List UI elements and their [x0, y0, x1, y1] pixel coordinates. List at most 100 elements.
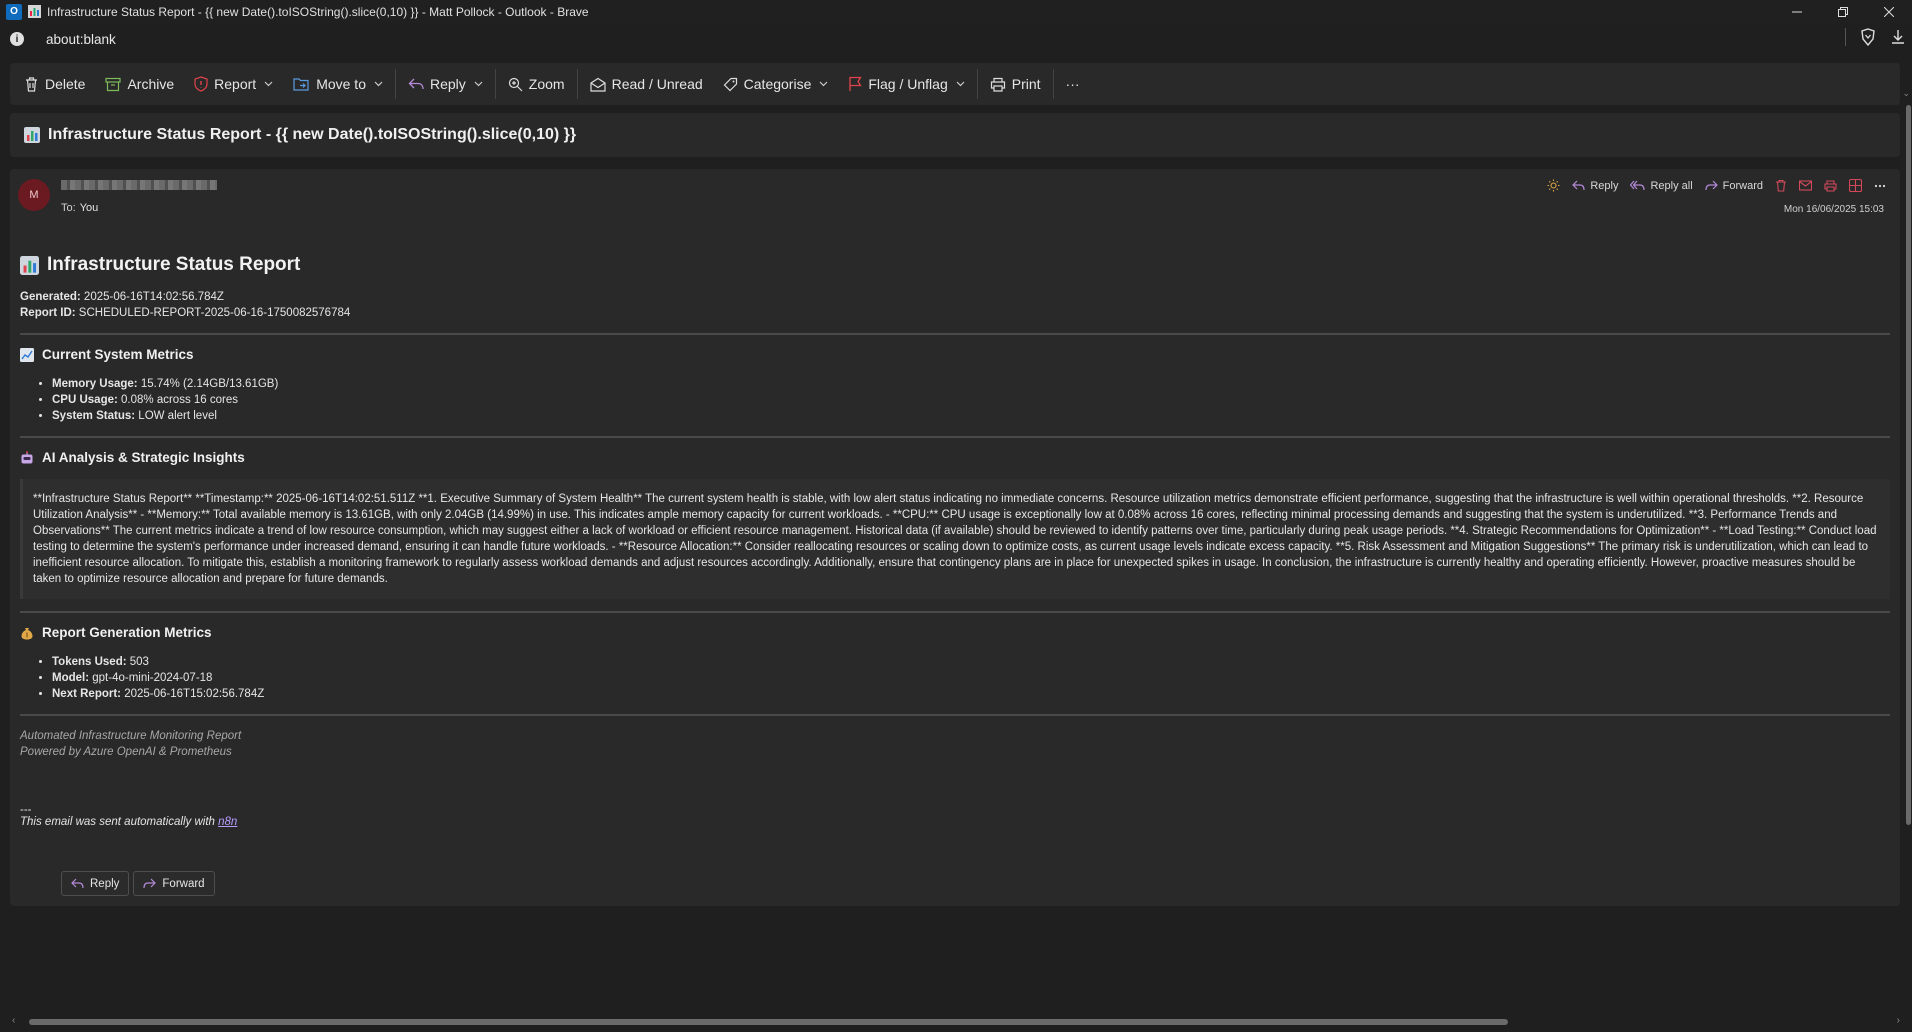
message-reply-button[interactable]: Reply	[1572, 180, 1618, 192]
brightness-icon[interactable]	[1547, 179, 1560, 192]
to-label: To:	[61, 202, 76, 214]
download-icon[interactable]	[1890, 29, 1906, 45]
subject-bar: Infrastructure Status Report - {{ new Da…	[10, 113, 1900, 157]
archive-button[interactable]: Archive	[95, 68, 184, 100]
move-to-label: Move to	[316, 76, 366, 92]
line-chart-icon	[20, 347, 34, 362]
minimize-icon[interactable]	[1774, 0, 1820, 23]
ai-heading: AI Analysis & Strategic Insights	[20, 450, 1890, 465]
ai-heading-text: AI Analysis & Strategic Insights	[42, 450, 245, 465]
close-icon[interactable]	[1866, 0, 1912, 23]
message-reply-all-label: Reply all	[1650, 179, 1693, 192]
chevron-down-icon	[819, 81, 828, 87]
list-item: Next Report: 2025-06-16T15:02:56.784Z	[52, 686, 1890, 702]
chevron-down-icon	[374, 81, 383, 87]
envelope-open-icon	[589, 77, 606, 92]
print-button[interactable]: Print	[980, 68, 1051, 100]
message-body: Infrastructure Status Report Generated: …	[20, 254, 1890, 828]
metric-label: Tokens Used:	[52, 656, 127, 668]
printer-icon	[990, 77, 1006, 92]
section-divider	[20, 333, 1890, 335]
bar-chart-icon	[24, 127, 40, 143]
bar-chart-icon	[28, 5, 41, 18]
trash-icon	[24, 76, 39, 92]
message-actions: Reply Reply all Forward	[1547, 179, 1886, 192]
printer-icon[interactable]	[1824, 179, 1837, 192]
chevron-down-icon	[474, 81, 483, 87]
bottom-forward-button[interactable]: Forward	[133, 871, 215, 896]
avatar[interactable]: M	[18, 179, 50, 211]
brave-shield-icon[interactable]	[1860, 28, 1876, 46]
window-titlebar: O Infrastructure Status Report - {{ new …	[0, 0, 1912, 23]
sender-name-redacted[interactable]	[61, 180, 217, 190]
message-reply-all-button[interactable]: Reply all	[1630, 179, 1693, 192]
signature-text: This email was sent automatically with	[20, 816, 215, 828]
envelope-icon[interactable]	[1799, 180, 1812, 191]
bottom-forward-label: Forward	[162, 877, 205, 890]
reply-all-icon	[1630, 180, 1646, 191]
generated-line: Generated: 2025-06-16T14:02:56.784Z	[20, 289, 1890, 305]
url-field[interactable]: about:blank	[46, 32, 116, 47]
horizontal-scrollbar[interactable]	[29, 1019, 1508, 1025]
zoom-button[interactable]: Zoom	[498, 68, 575, 100]
scroll-left-icon[interactable]: ‹	[12, 1015, 15, 1026]
signature-dashes: ---	[20, 804, 32, 816]
n8n-link[interactable]: n8n	[218, 816, 237, 828]
toolbar-divider	[1052, 69, 1054, 99]
flag-unflag-button[interactable]: Flag / Unflag	[838, 68, 974, 100]
report-id-label: Report ID:	[20, 307, 76, 319]
more-icon: ···	[1065, 76, 1080, 92]
recipient-line: To: You	[61, 202, 98, 214]
more-icon[interactable]	[1874, 184, 1886, 188]
metric-value: 15.74% (2.14GB/13.61GB)	[140, 378, 279, 390]
categorise-button[interactable]: Categorise	[713, 68, 839, 100]
zoom-label: Zoom	[528, 76, 565, 92]
bottom-reply-button[interactable]: Reply	[61, 871, 130, 896]
chevron-down-icon	[956, 81, 965, 87]
read-unread-label: Read / Unread	[611, 76, 703, 92]
report-meta: Generated: 2025-06-16T14:02:56.784Z Repo…	[20, 289, 1890, 321]
list-item: System Status: LOW alert level	[52, 408, 1890, 424]
section-divider	[20, 611, 1890, 613]
chevron-down-icon	[264, 81, 273, 87]
read-unread-button[interactable]: Read / Unread	[580, 68, 713, 100]
list-item: CPU Usage: 0.08% across 16 cores	[52, 392, 1890, 408]
reply-button[interactable]: Reply	[398, 68, 493, 100]
reply-icon	[1572, 180, 1585, 191]
section-divider	[20, 714, 1890, 716]
address-divider	[1845, 28, 1846, 46]
address-bar: i about:blank	[0, 23, 1912, 55]
archive-label: Archive	[127, 76, 175, 92]
signature-line: This email was sent automatically with n…	[20, 816, 1890, 828]
report-button[interactable]: Report	[184, 68, 283, 100]
section-divider	[20, 436, 1890, 438]
generated-value: 2025-06-16T14:02:56.784Z	[83, 291, 224, 303]
site-info-icon[interactable]: i	[10, 32, 24, 46]
list-item: Model: gpt-4o-mini-2024-07-18	[52, 670, 1890, 686]
scroll-up-icon[interactable]: ⌄	[1902, 88, 1910, 99]
gen-metrics-list: Tokens Used: 503 Model: gpt-4o-mini-2024…	[20, 654, 1890, 702]
trash-icon[interactable]	[1775, 179, 1787, 192]
more-actions-button[interactable]: ···	[1056, 68, 1090, 100]
outlook-app-icon: O	[6, 3, 22, 20]
message-forward-button[interactable]: Forward	[1705, 180, 1763, 192]
reply-label: Reply	[430, 76, 466, 92]
folder-move-icon	[293, 77, 310, 92]
delete-label: Delete	[45, 76, 86, 92]
restore-icon[interactable]	[1820, 0, 1866, 23]
scroll-right-icon[interactable]: ›	[1897, 1015, 1900, 1026]
metric-value: 0.08% across 16 cores	[121, 394, 239, 406]
message-reply-label: Reply	[1590, 179, 1619, 192]
to-value[interactable]: You	[80, 202, 99, 214]
toolbar-divider	[395, 69, 396, 99]
money-bag-icon	[20, 626, 34, 640]
move-to-button[interactable]: Move to	[283, 68, 393, 100]
robot-icon	[20, 450, 34, 465]
metrics-list: Memory Usage: 15.74% (2.14GB/13.61GB) CP…	[20, 376, 1890, 424]
print-label: Print	[1011, 76, 1041, 92]
immersive-reader-icon[interactable]	[1849, 179, 1862, 192]
forward-icon	[143, 878, 157, 889]
delete-button[interactable]: Delete	[14, 68, 95, 100]
gen-heading: Report Generation Metrics	[20, 625, 1890, 640]
vertical-scrollbar[interactable]	[1906, 105, 1911, 825]
